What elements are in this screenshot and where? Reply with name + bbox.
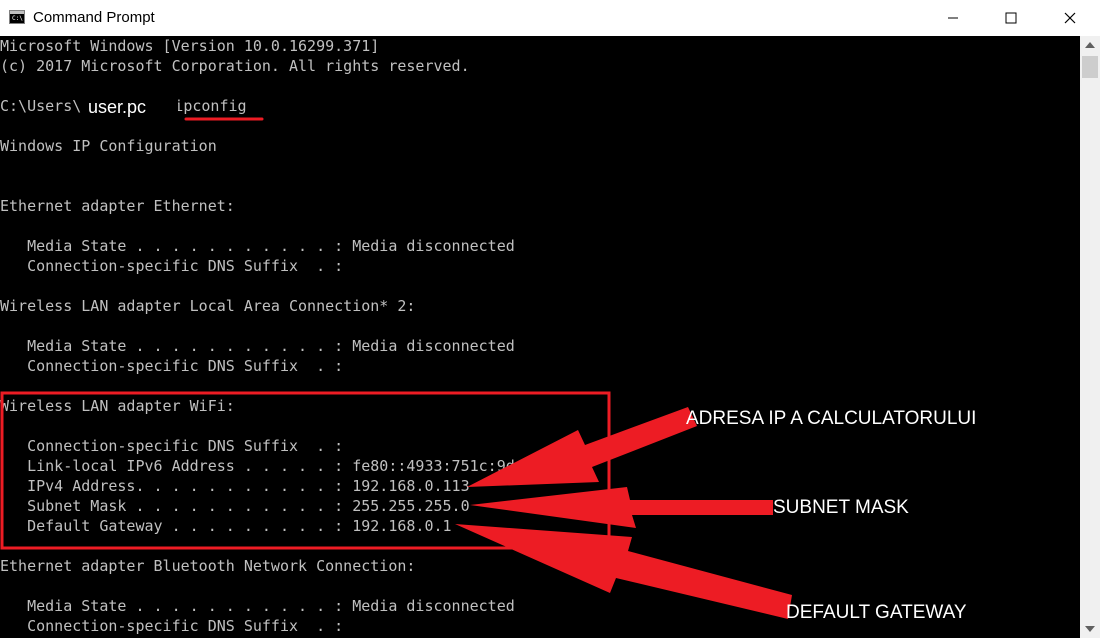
- console-output[interactable]: Microsoft Windows [Version 10.0.16299.37…: [0, 36, 1080, 638]
- console-line-wifi-dns-suffix: Connection-specific DNS Suffix . :: [0, 437, 344, 455]
- console-line-wifi-gateway: Default Gateway . . . . . . . . . : 192.…: [0, 517, 452, 535]
- close-button[interactable]: [1040, 0, 1100, 36]
- username-overlay-text: user.pc: [88, 97, 147, 117]
- minimize-button[interactable]: [924, 0, 982, 36]
- console-line-eth-dns-suffix: Connection-specific DNS Suffix . :: [0, 257, 344, 275]
- scroll-up-arrow-icon: [1085, 42, 1095, 48]
- close-icon: [1064, 12, 1076, 24]
- scroll-down-arrow-icon: [1085, 626, 1095, 632]
- scroll-down-button[interactable]: [1080, 620, 1100, 638]
- console-line-ip-config: Windows IP Configuration: [0, 137, 217, 155]
- console-line-bluetooth-header: Ethernet adapter Bluetooth Network Conne…: [0, 557, 416, 575]
- cmd-icon[interactable]: C:\: [9, 10, 25, 24]
- maximize-icon: [1005, 12, 1017, 24]
- console-line-eth-media-state: Media State . . . . . . . . . . . : Medi…: [0, 237, 515, 255]
- ip-address-callout: ADRESA IP A CALCULATORULUI: [686, 408, 977, 429]
- console-line-wifi-header: Wireless LAN adapter WiFi:: [0, 397, 235, 415]
- vertical-scrollbar[interactable]: [1080, 36, 1100, 638]
- minimize-icon: [948, 17, 958, 19]
- console-line-ethernet-header: Ethernet adapter Ethernet:: [0, 197, 235, 215]
- console-line-lan-dns-suffix: Connection-specific DNS Suffix . :: [0, 357, 344, 375]
- prompt-path: C:\Users\: [0, 97, 82, 115]
- maximize-button[interactable]: [982, 0, 1040, 36]
- console-line-wifi-subnet: Subnet Mask . . . . . . . . . . . : 255.…: [0, 497, 470, 515]
- subnet-mask-callout: SUBNET MASK: [773, 497, 909, 518]
- console-line-lan-header: Wireless LAN adapter Local Area Connecti…: [0, 297, 416, 315]
- cmd-icon-text: C:\: [12, 15, 23, 22]
- title-bar[interactable]: C:\ Command Prompt: [0, 0, 1100, 36]
- window-title: Command Prompt: [33, 9, 155, 26]
- console-line-copyright: (c) 2017 Microsoft Corporation. All righ…: [0, 57, 470, 75]
- scroll-thumb[interactable]: [1082, 56, 1098, 78]
- console-line-wifi-ipv6: Link-local IPv6 Address . . . . . : fe80…: [0, 457, 515, 475]
- console-line-bt-dns-suffix: Connection-specific DNS Suffix . :: [0, 617, 344, 635]
- default-gateway-callout: DEFAULT GATEWAY: [786, 602, 967, 623]
- console-line-version: Microsoft Windows [Version 10.0.16299.37…: [0, 37, 380, 55]
- console-line-wifi-ipv4: IPv4 Address. . . . . . . . . . . : 192.…: [0, 477, 470, 495]
- scroll-up-button[interactable]: [1080, 36, 1100, 54]
- console-line-bt-media-state: Media State . . . . . . . . . . . : Medi…: [0, 597, 515, 615]
- console-line-lan-media-state: Media State . . . . . . . . . . . : Medi…: [0, 337, 515, 355]
